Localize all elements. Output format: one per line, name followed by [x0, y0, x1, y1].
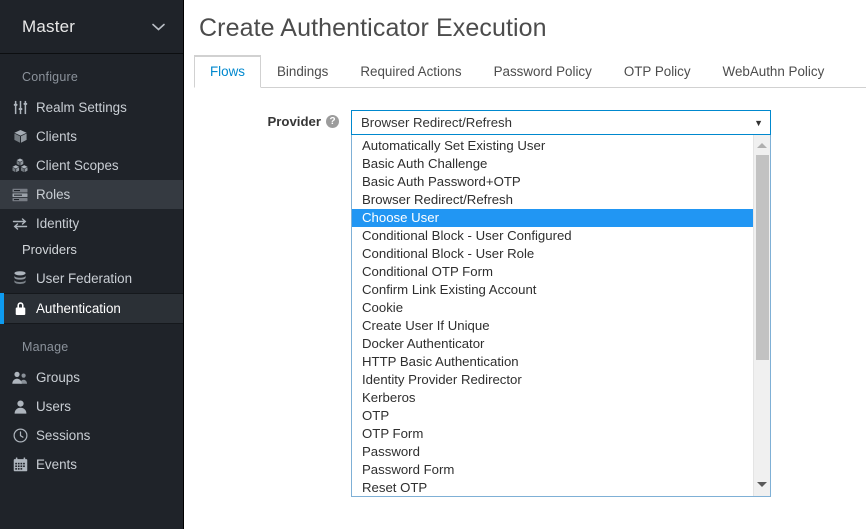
- tab-required-actions[interactable]: Required Actions: [344, 56, 477, 88]
- provider-option[interactable]: Automatically Set Existing User: [352, 137, 753, 155]
- provider-dropdown: Automatically Set Existing User Basic Aut…: [351, 135, 771, 497]
- provider-option[interactable]: Docker Authenticator: [352, 335, 753, 353]
- provider-label-text: Provider: [267, 114, 321, 129]
- sidebar-section-label: Configure: [22, 70, 78, 84]
- cube-icon: [11, 129, 29, 145]
- provider-select-wrapper: Browser Redirect/Refresh ▼ Automatically…: [351, 110, 771, 497]
- chevron-down-icon: ▼: [754, 117, 763, 128]
- sidebar-item-sessions[interactable]: Sessions: [0, 421, 183, 450]
- tab-bindings[interactable]: Bindings: [261, 56, 344, 88]
- sidebar-item-events[interactable]: Events: [0, 450, 183, 479]
- provider-option[interactable]: Browser Redirect/Refresh: [352, 191, 753, 209]
- sidebar-item-label: Authentication: [36, 301, 121, 316]
- provider-select-value: Browser Redirect/Refresh: [361, 115, 512, 130]
- sidebar-subsection-label: Providers: [22, 242, 77, 257]
- sidebar-item-label: Clients: [36, 129, 77, 144]
- sliders-icon: [11, 100, 29, 116]
- provider-option[interactable]: Basic Auth Challenge: [352, 155, 753, 173]
- provider-option[interactable]: Password Form: [352, 461, 753, 479]
- sidebar-item-authentication[interactable]: Authentication: [0, 293, 183, 324]
- sidebar-item-label: Roles: [36, 187, 71, 202]
- scroll-up-arrow-icon[interactable]: [754, 137, 770, 153]
- scroll-down-arrow-icon[interactable]: [754, 476, 770, 492]
- sidebar-item-realm-settings[interactable]: Realm Settings: [0, 93, 183, 122]
- clock-icon: [11, 428, 29, 444]
- calendar-icon: [11, 457, 29, 473]
- help-circle-icon[interactable]: ?: [326, 115, 339, 128]
- tab-otp-policy[interactable]: OTP Policy: [608, 56, 707, 88]
- provider-option[interactable]: Conditional Block - User Role: [352, 245, 753, 263]
- realm-selector[interactable]: Master: [0, 0, 183, 54]
- sidebar-item-label: Events: [36, 457, 77, 472]
- sidebar-item-label: User Federation: [36, 271, 133, 286]
- page-title: Create Authenticator Execution: [199, 14, 547, 42]
- tab-password-policy[interactable]: Password Policy: [478, 56, 608, 88]
- dropdown-scrollbar[interactable]: [753, 135, 770, 496]
- provider-option[interactable]: Create User If Unique: [352, 317, 753, 335]
- sidebar-item-users[interactable]: Users: [0, 392, 183, 421]
- tab-webauthn-policy[interactable]: WebAuthn Policy: [707, 56, 841, 88]
- provider-select[interactable]: Browser Redirect/Refresh ▼: [351, 110, 771, 135]
- provider-option[interactable]: Conditional Block - User Configured: [352, 227, 753, 245]
- sidebar-item-label: Groups: [36, 370, 80, 385]
- provider-option-list: Automatically Set Existing User Basic Aut…: [352, 135, 753, 496]
- sidebar-item-label: Identity: [36, 216, 80, 231]
- cubes-icon: [11, 158, 29, 174]
- provider-form-row: Provider ? Browser Redirect/Refresh ▼ Au…: [184, 110, 866, 497]
- provider-option[interactable]: Cookie: [352, 299, 753, 317]
- sidebar-item-clients[interactable]: Clients: [0, 122, 183, 151]
- sidebar-item-user-federation[interactable]: User Federation: [0, 264, 183, 293]
- provider-option[interactable]: OTP Form: [352, 425, 753, 443]
- lock-icon: [11, 301, 29, 317]
- provider-option[interactable]: Basic Auth Password+OTP: [352, 173, 753, 191]
- provider-option[interactable]: Password: [352, 443, 753, 461]
- users-icon: [11, 370, 29, 386]
- main-content: Create Authenticator Execution Flows Bind…: [184, 0, 866, 529]
- sidebar-item-roles[interactable]: Roles: [0, 180, 183, 209]
- realm-name: Master: [22, 16, 76, 36]
- provider-option[interactable]: Choose User: [352, 209, 753, 227]
- sidebar-item-identity[interactable]: Identity: [0, 209, 183, 238]
- sidebar-item-label: Realm Settings: [36, 100, 127, 115]
- scrollbar-thumb[interactable]: [756, 155, 769, 360]
- exchange-icon: [11, 216, 29, 232]
- sidebar-nav: Configure Realm Settings Clients Client Sco…: [0, 54, 183, 479]
- tab-flows[interactable]: Flows: [194, 55, 261, 88]
- chevron-down-icon: [152, 20, 165, 33]
- provider-label: Provider ?: [184, 110, 351, 129]
- sidebar: Master Configure Realm Settings Clients Cli…: [0, 0, 184, 529]
- sidebar-section-label: Manage: [22, 340, 69, 354]
- sidebar-item-label: Client Scopes: [36, 158, 119, 173]
- provider-option[interactable]: Conditional OTP Form: [352, 263, 753, 281]
- sidebar-item-groups[interactable]: Groups: [0, 363, 183, 392]
- app-root: Master Configure Realm Settings Clients Cli…: [0, 0, 866, 529]
- provider-option[interactable]: Kerberos: [352, 389, 753, 407]
- list-icon: [11, 187, 29, 203]
- provider-option[interactable]: HTTP Basic Authentication: [352, 353, 753, 371]
- provider-option[interactable]: Confirm Link Existing Account: [352, 281, 753, 299]
- tab-bar: Flows Bindings Required Actions Password Po…: [194, 55, 866, 88]
- provider-option[interactable]: Reset OTP: [352, 479, 753, 496]
- database-icon: [11, 271, 29, 287]
- provider-option[interactable]: OTP: [352, 407, 753, 425]
- provider-option[interactable]: Identity Provider Redirector: [352, 371, 753, 389]
- user-icon: [11, 399, 29, 415]
- sidebar-item-client-scopes[interactable]: Client Scopes: [0, 151, 183, 180]
- sidebar-item-label: Users: [36, 399, 71, 414]
- sidebar-item-label: Sessions: [36, 428, 91, 443]
